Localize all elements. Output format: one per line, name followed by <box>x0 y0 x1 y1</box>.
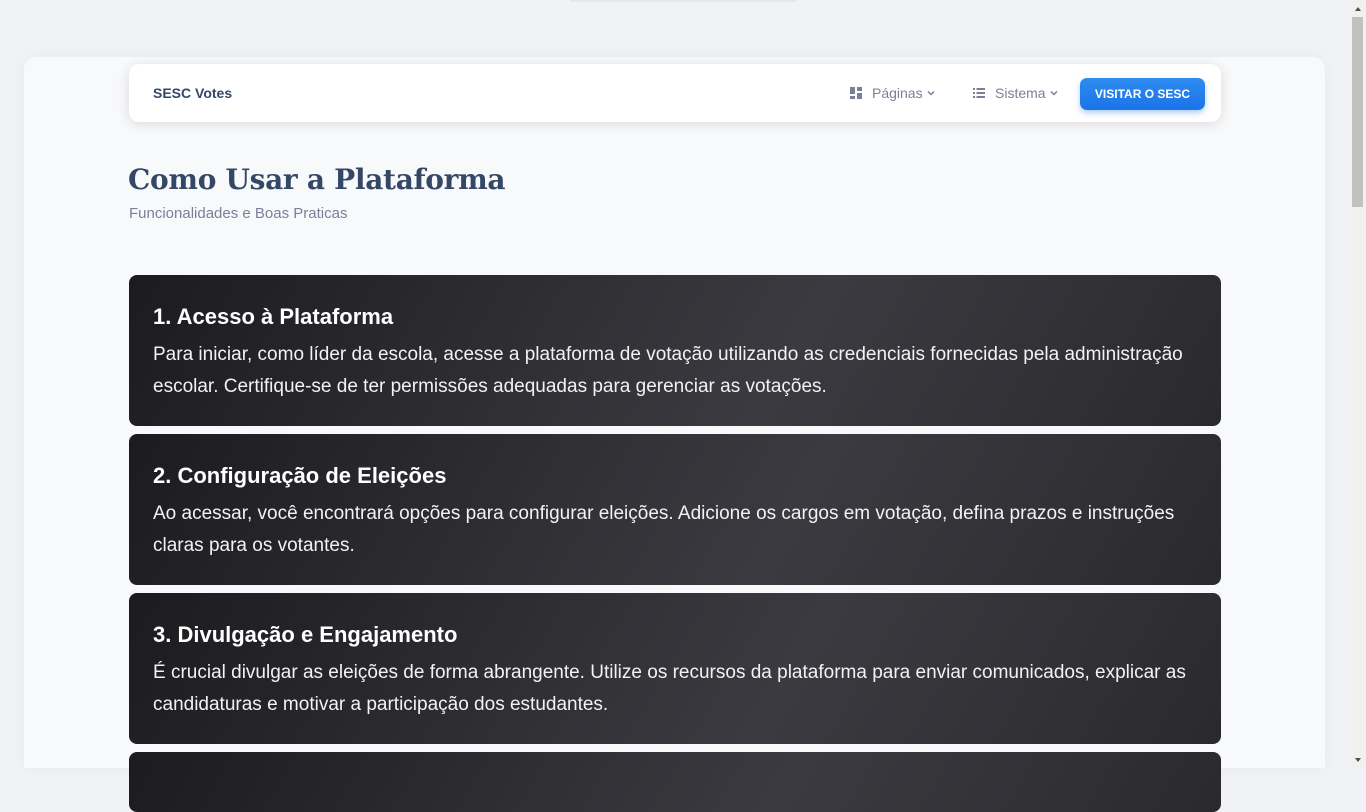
card-text: Para iniciar, como líder da escola, aces… <box>153 344 1183 397</box>
vertical-scrollbar[interactable] <box>1349 0 1366 768</box>
info-card-partial <box>129 752 1221 812</box>
navbar: SESC Votes Páginas Sistema VISITAR O SES… <box>129 64 1221 122</box>
card-text: É crucial divulgar as eleições de forma … <box>153 662 1186 715</box>
card-title: 3. Divulgação e Engajamento <box>153 622 458 647</box>
info-card-engagement: 3. Divulgação e Engajamento É crucial di… <box>129 593 1221 744</box>
page-title: Como Usar a Plataforma <box>128 163 506 196</box>
top-edge-shadow <box>570 0 796 2</box>
scrollbar-thumb[interactable] <box>1352 17 1363 207</box>
brand-link[interactable]: SESC Votes <box>153 85 232 101</box>
scroll-up-arrow-icon[interactable] <box>1349 0 1366 17</box>
nav-dropdown-system[interactable]: Sistema <box>972 84 1059 102</box>
info-card-access: 1. Acesso à Plataforma Para iniciar, com… <box>129 275 1221 426</box>
card-title: 2. Configuração de Eleições <box>153 463 447 488</box>
nav-system-label: Sistema <box>995 85 1046 101</box>
visit-sesc-button[interactable]: VISITAR O SESC <box>1080 78 1205 110</box>
list-icon <box>972 86 986 100</box>
nav-pages-label: Páginas <box>872 85 923 101</box>
card-text: Ao acessar, você encontrará opções para … <box>153 503 1175 556</box>
nav-dropdown-pages[interactable]: Páginas <box>849 84 936 102</box>
card-title: 1. Acesso à Plataforma <box>153 304 394 329</box>
chevron-down-icon <box>926 88 936 98</box>
info-card-election-setup: 2. Configuração de Eleições Ao acessar, … <box>129 434 1221 585</box>
scroll-down-arrow-icon[interactable] <box>1349 751 1366 768</box>
dashboard-icon <box>849 86 863 100</box>
page-subtitle: Funcionalidades e Boas Praticas <box>129 205 348 222</box>
chevron-down-icon <box>1049 88 1059 98</box>
